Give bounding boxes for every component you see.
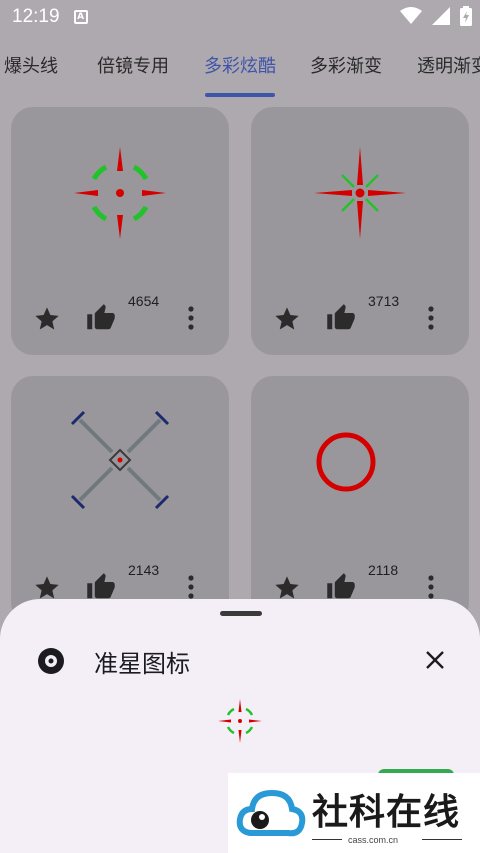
thumbs-up-icon[interactable]: [86, 572, 116, 602]
notification-a-icon: A: [73, 10, 88, 24]
more-vert-icon[interactable]: [427, 574, 435, 600]
star-icon[interactable]: [273, 305, 301, 333]
watermark-url: cass.com.cn: [348, 835, 399, 845]
watermark-divider: [422, 839, 462, 840]
like-count: 2143: [128, 562, 160, 578]
tab-colorful-cool[interactable]: 多彩炫酷: [204, 52, 276, 78]
star-icon[interactable]: [33, 574, 61, 602]
like-count: 2118: [368, 562, 399, 578]
wifi-icon: [400, 7, 422, 24]
tab-headshot-line[interactable]: 爆头线: [4, 52, 58, 78]
green-red-circle-crosshair-icon: [74, 147, 166, 239]
crosshair-card[interactable]: 2143: [11, 376, 229, 624]
sheet-title: 准星图标: [94, 650, 190, 678]
signal-icon: [432, 7, 450, 25]
thumbs-up-icon[interactable]: [326, 303, 356, 333]
thumbs-up-icon[interactable]: [86, 303, 116, 333]
tab-colorful-gradient[interactable]: 多彩渐变: [310, 52, 382, 78]
tab-scope-special[interactable]: 倍镜专用: [97, 52, 169, 78]
status-bar: 12:19 A: [0, 0, 480, 34]
cloud-eye-logo-icon: [236, 789, 306, 837]
star-icon[interactable]: [33, 305, 61, 333]
tab-indicator: [205, 93, 275, 97]
star-icon[interactable]: [273, 574, 301, 602]
status-time: 12:19: [12, 6, 60, 27]
more-vert-icon[interactable]: [187, 574, 195, 600]
red-green-star-crosshair-icon: [314, 147, 406, 239]
more-vert-icon[interactable]: [427, 305, 435, 331]
battery-icon: [460, 6, 472, 26]
crosshair-card[interactable]: 3713: [251, 107, 469, 355]
status-icons: [400, 6, 472, 26]
thumbs-up-icon[interactable]: [326, 572, 356, 602]
crosshair-card[interactable]: 2118: [251, 376, 469, 624]
crosshair-preview-icon: [218, 699, 262, 743]
watermark: 社科在线 cass.com.cn: [228, 773, 480, 853]
more-vert-icon[interactable]: [187, 305, 195, 331]
crosshair-card[interactable]: 4654: [11, 107, 229, 355]
tab-transparent-gradient[interactable]: 透明渐变: [417, 52, 480, 78]
watermark-divider: [312, 839, 342, 840]
category-tabs: 爆头线 倍镜专用 多彩炫酷 多彩渐变 透明渐变: [0, 34, 480, 98]
sniper-x-crosshair-icon: [70, 410, 170, 510]
watermark-brand: 社科在线: [312, 791, 461, 833]
disc-icon: [38, 648, 64, 674]
like-count: 3713: [368, 293, 400, 309]
drag-handle[interactable]: [220, 611, 262, 616]
like-count: 4654: [128, 293, 160, 309]
red-ring-crosshair-icon: [316, 432, 376, 492]
close-icon[interactable]: [423, 648, 447, 672]
